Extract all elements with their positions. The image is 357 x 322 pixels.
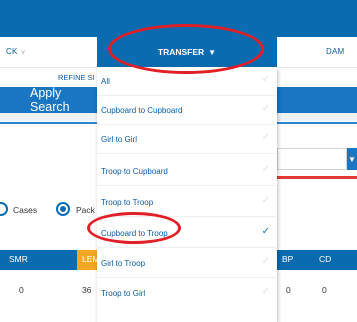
- menu-item-label: Girl to Girl: [101, 135, 137, 144]
- nav-tab-right[interactable]: DAM: [326, 47, 344, 56]
- menu-item-label: Troop to Girl: [101, 289, 146, 298]
- packages-radio-label: Pack: [76, 205, 95, 215]
- check-icon: ✓: [261, 195, 270, 206]
- check-icon: ✓: [261, 164, 270, 175]
- menu-item-girl-to-girl[interactable]: Girl to Girl ✓: [97, 125, 277, 154]
- refine-search-label[interactable]: REFINE SI: [58, 73, 95, 82]
- chevron-down-icon: ∨: [20, 49, 26, 56]
- check-icon: ✓: [261, 286, 270, 297]
- nav-tab-right-label: DAM: [326, 47, 345, 56]
- column-header-bp[interactable]: BP: [282, 254, 293, 264]
- column-header-smr[interactable]: SMR: [9, 254, 28, 264]
- check-icon: ✓: [261, 256, 270, 267]
- chevron-down-icon: ▼: [348, 154, 356, 164]
- cases-radio-label: Cases: [13, 205, 38, 215]
- cases-radio[interactable]: [0, 202, 8, 216]
- menu-item-girl-to-troop[interactable]: Girl to Troop ✓: [97, 249, 277, 278]
- nav-tab-left-label: CK: [6, 47, 18, 56]
- menu-item-troop-to-cupboard[interactable]: Troop to Cupboard ✓: [97, 157, 277, 186]
- menu-item-label: All: [101, 77, 110, 86]
- annotation-circle-cupboard-to-troop: [87, 212, 181, 244]
- transfer-dropdown-menu: All ✓ Cupboard to Cupboard ✓ Girl to Girl ✓…: [97, 67, 277, 322]
- check-icon: ✓: [261, 226, 270, 237]
- apply-search-label: Apply Search: [30, 86, 70, 114]
- table-cell-cd: 0: [322, 285, 327, 295]
- menu-item-troop-to-girl[interactable]: Troop to Girl ✓: [97, 279, 277, 308]
- column-header-cd[interactable]: CD: [319, 254, 331, 264]
- nav-tab-left[interactable]: CK ∨: [6, 47, 26, 56]
- apply-search-button[interactable]: Apply Search: [0, 86, 97, 114]
- table-cell-smr: 0: [19, 285, 24, 295]
- menu-item-label: Troop to Cupboard: [101, 167, 168, 176]
- check-icon: ✓: [261, 74, 270, 85]
- menu-item-label: Cupboard to Cupboard: [101, 106, 183, 115]
- check-icon: ✓: [261, 132, 270, 143]
- apply-bar-extension: [277, 87, 357, 113]
- red-underline: [277, 176, 357, 179]
- menu-item-label: Troop to Troop: [101, 198, 154, 207]
- check-icon: ✓: [261, 103, 270, 114]
- filter-select[interactable]: [277, 148, 347, 170]
- annotation-circle-transfer: [108, 24, 264, 74]
- menu-item-label: Girl to Troop: [101, 259, 146, 268]
- table-cell-bp: 0: [286, 285, 291, 295]
- menu-item-cupboard-to-cupboard[interactable]: Cupboard to Cupboard ✓: [97, 96, 277, 125]
- select-dropdown-button[interactable]: ▼: [347, 148, 357, 170]
- packages-radio[interactable]: [56, 202, 70, 216]
- table-cell-lem: 36: [82, 285, 92, 295]
